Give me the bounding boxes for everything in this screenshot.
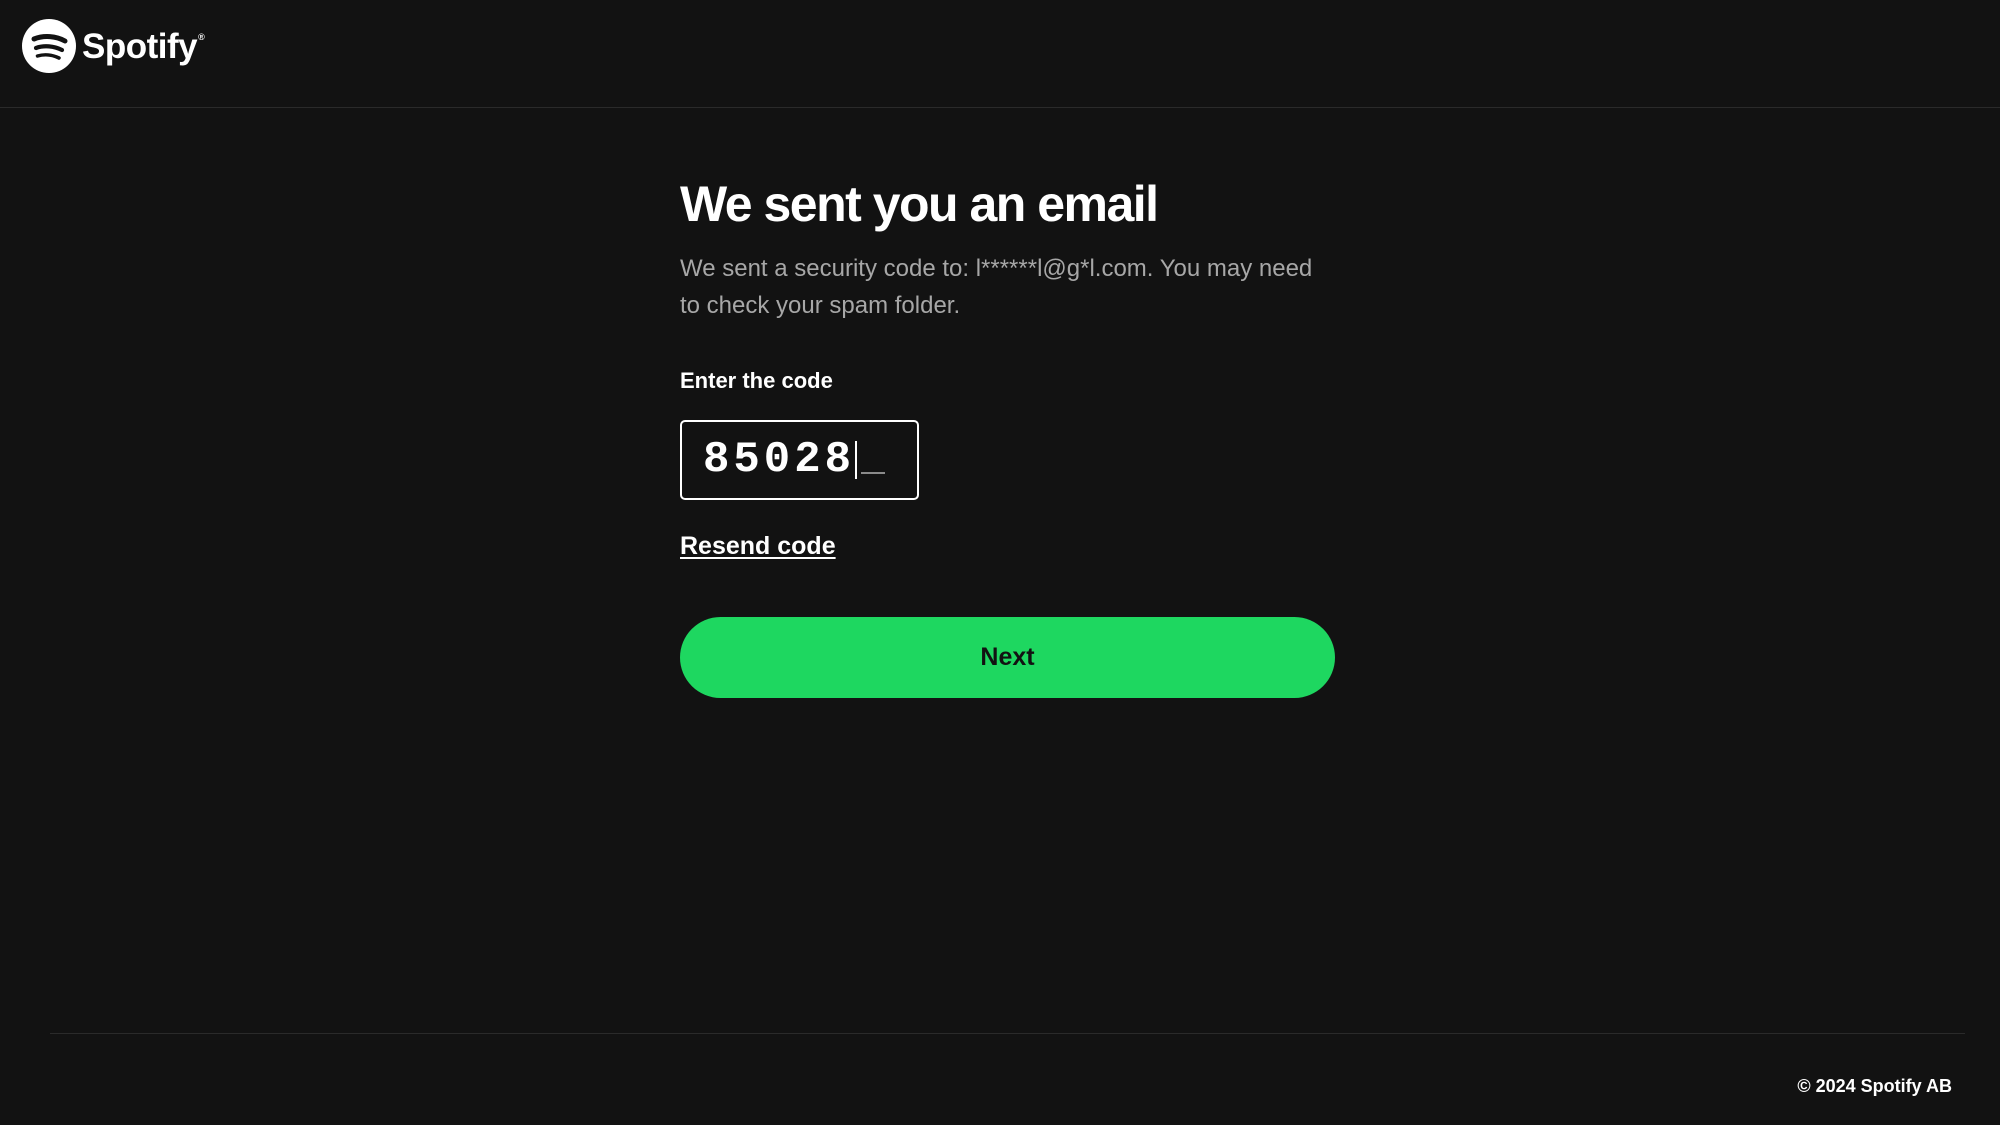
- page-title: We sent you an email: [680, 176, 1159, 232]
- spotify-logo-icon: [22, 19, 76, 73]
- resend-code-link[interactable]: Resend code: [680, 532, 836, 561]
- verification-form: We sent you an email We sent a security …: [680, 170, 1335, 698]
- text-caret: [855, 441, 858, 479]
- logo-wordmark: Spotify®: [82, 26, 205, 66]
- copyright-text: © 2024 Spotify AB: [1797, 1076, 1952, 1096]
- code-input[interactable]: 85028: [680, 420, 919, 500]
- footer-divider: [50, 1033, 1965, 1034]
- code-value: 85028: [703, 435, 856, 485]
- code-label: Enter the code: [680, 368, 833, 393]
- spotify-logo[interactable]: Spotify®: [22, 18, 205, 74]
- top-header: Spotify®: [0, 0, 2000, 108]
- empty-digit-slot: [861, 472, 886, 474]
- instruction-text: We sent a security code to: l******l@g*l…: [680, 255, 1313, 319]
- next-button[interactable]: Next: [680, 617, 1335, 698]
